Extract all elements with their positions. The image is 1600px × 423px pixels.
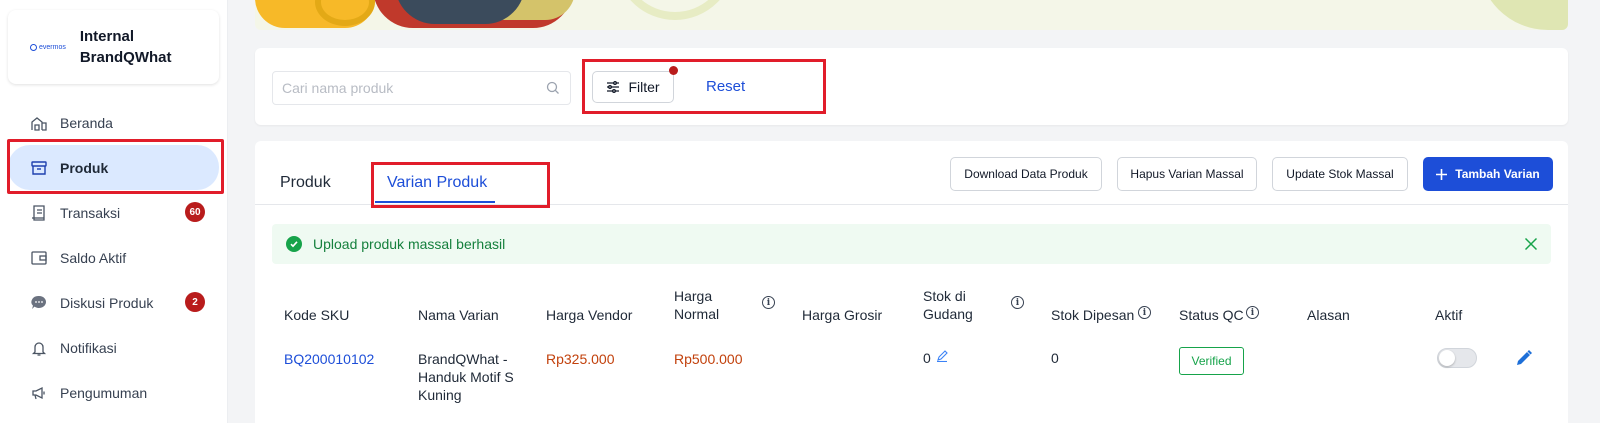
column-header-harga-normal: Harga Normal	[674, 288, 720, 322]
sidebar-item-transaksi[interactable]: Transaksi 60	[8, 190, 219, 235]
aktif-toggle[interactable]	[1437, 348, 1477, 368]
hapus-varian-massal-button[interactable]: Hapus Varian Massal	[1117, 157, 1257, 191]
chat-icon	[30, 294, 48, 312]
diskusi-count-badge: 2	[185, 292, 205, 312]
column-header-stok-gudang: Stok di Gudang	[923, 288, 973, 322]
info-icon[interactable]: i	[762, 296, 775, 309]
column-header-alasan: Alasan	[1307, 307, 1350, 323]
column-header-status-qc: Status QC	[1179, 307, 1244, 323]
variant-name: BrandQWhat - Handuk Motif S Kuning	[418, 351, 514, 403]
column-header-nama-varian: Nama Varian	[418, 307, 499, 323]
sidebar-item-pengumuman[interactable]: Pengumuman	[8, 370, 219, 415]
sidebar-item-saldo-aktif[interactable]: Saldo Aktif	[8, 235, 219, 280]
check-circle-icon	[286, 236, 302, 252]
qc-status-badge: Verified	[1179, 347, 1244, 375]
evermos-logo: evermos	[30, 43, 66, 51]
search-input[interactable]	[272, 71, 571, 105]
receipt-icon	[30, 204, 48, 222]
column-header-kode-sku: Kode SKU	[284, 307, 350, 323]
megaphone-icon	[30, 384, 48, 402]
sidebar-item-label: Pengumuman	[60, 384, 148, 401]
promo-banner	[255, 0, 1568, 30]
update-stok-massal-button[interactable]: Update Stok Massal	[1272, 157, 1408, 191]
tab-produk[interactable]: Produk	[280, 174, 331, 192]
brand-name: Internal BrandQWhat	[79, 28, 172, 66]
column-header-aktif: Aktif	[1435, 307, 1463, 323]
success-alert: Upload produk massal berhasil	[272, 224, 1551, 264]
sidebar-item-label: Beranda	[60, 114, 113, 131]
ordered-stock: 0	[1051, 350, 1059, 366]
column-header-harga-grosir: Harga Grosir	[802, 307, 883, 323]
info-icon[interactable]: i	[1246, 306, 1259, 319]
sidebar-item-label: Diskusi Produk	[60, 294, 154, 311]
wallet-icon	[30, 249, 48, 267]
plus-icon	[1436, 168, 1448, 180]
search-icon	[546, 81, 559, 94]
home-icon	[30, 114, 48, 132]
sidebar: evermos Internal BrandQWhat Beranda Prod…	[0, 0, 228, 423]
normal-price: Rp500.000	[674, 351, 743, 367]
edit-pencil-icon[interactable]	[1515, 349, 1533, 367]
close-icon[interactable]	[1523, 236, 1539, 252]
sidebar-item-diskusi-produk[interactable]: Diskusi Produk 2	[8, 280, 219, 325]
highlight-filter-group	[582, 59, 826, 114]
vendor-price: Rp325.000	[546, 351, 615, 367]
tambah-varian-button[interactable]: Tambah Varian	[1423, 157, 1553, 191]
transaksi-count-badge: 60	[185, 202, 205, 222]
sidebar-item-label: Transaksi	[60, 204, 121, 221]
column-header-stok-dipesan: Stok Dipesan	[1051, 307, 1135, 323]
highlight-produk-menu	[7, 139, 224, 194]
brand-switcher[interactable]: evermos Internal BrandQWhat	[8, 10, 219, 84]
alert-message: Upload produk massal berhasil	[313, 236, 506, 252]
highlight-varian-tab	[371, 162, 550, 208]
pencil-icon[interactable]	[936, 350, 948, 362]
search-filter-card: Filter Reset	[255, 48, 1568, 125]
download-data-produk-button[interactable]: Download Data Produk	[950, 157, 1102, 191]
info-icon[interactable]: i	[1011, 296, 1024, 309]
tambah-varian-label: Tambah Varian	[1455, 167, 1540, 181]
bell-icon	[30, 339, 48, 357]
warehouse-stock: 0	[923, 350, 931, 366]
sidebar-item-label: Saldo Aktif	[60, 249, 127, 266]
sku-link[interactable]: BQ200010102	[284, 350, 374, 368]
column-header-harga-vendor: Harga Vendor	[546, 307, 633, 323]
sidebar-item-notifikasi[interactable]: Notifikasi	[8, 325, 219, 370]
info-icon[interactable]: i	[1138, 306, 1151, 319]
sidebar-item-label: Notifikasi	[60, 339, 117, 356]
